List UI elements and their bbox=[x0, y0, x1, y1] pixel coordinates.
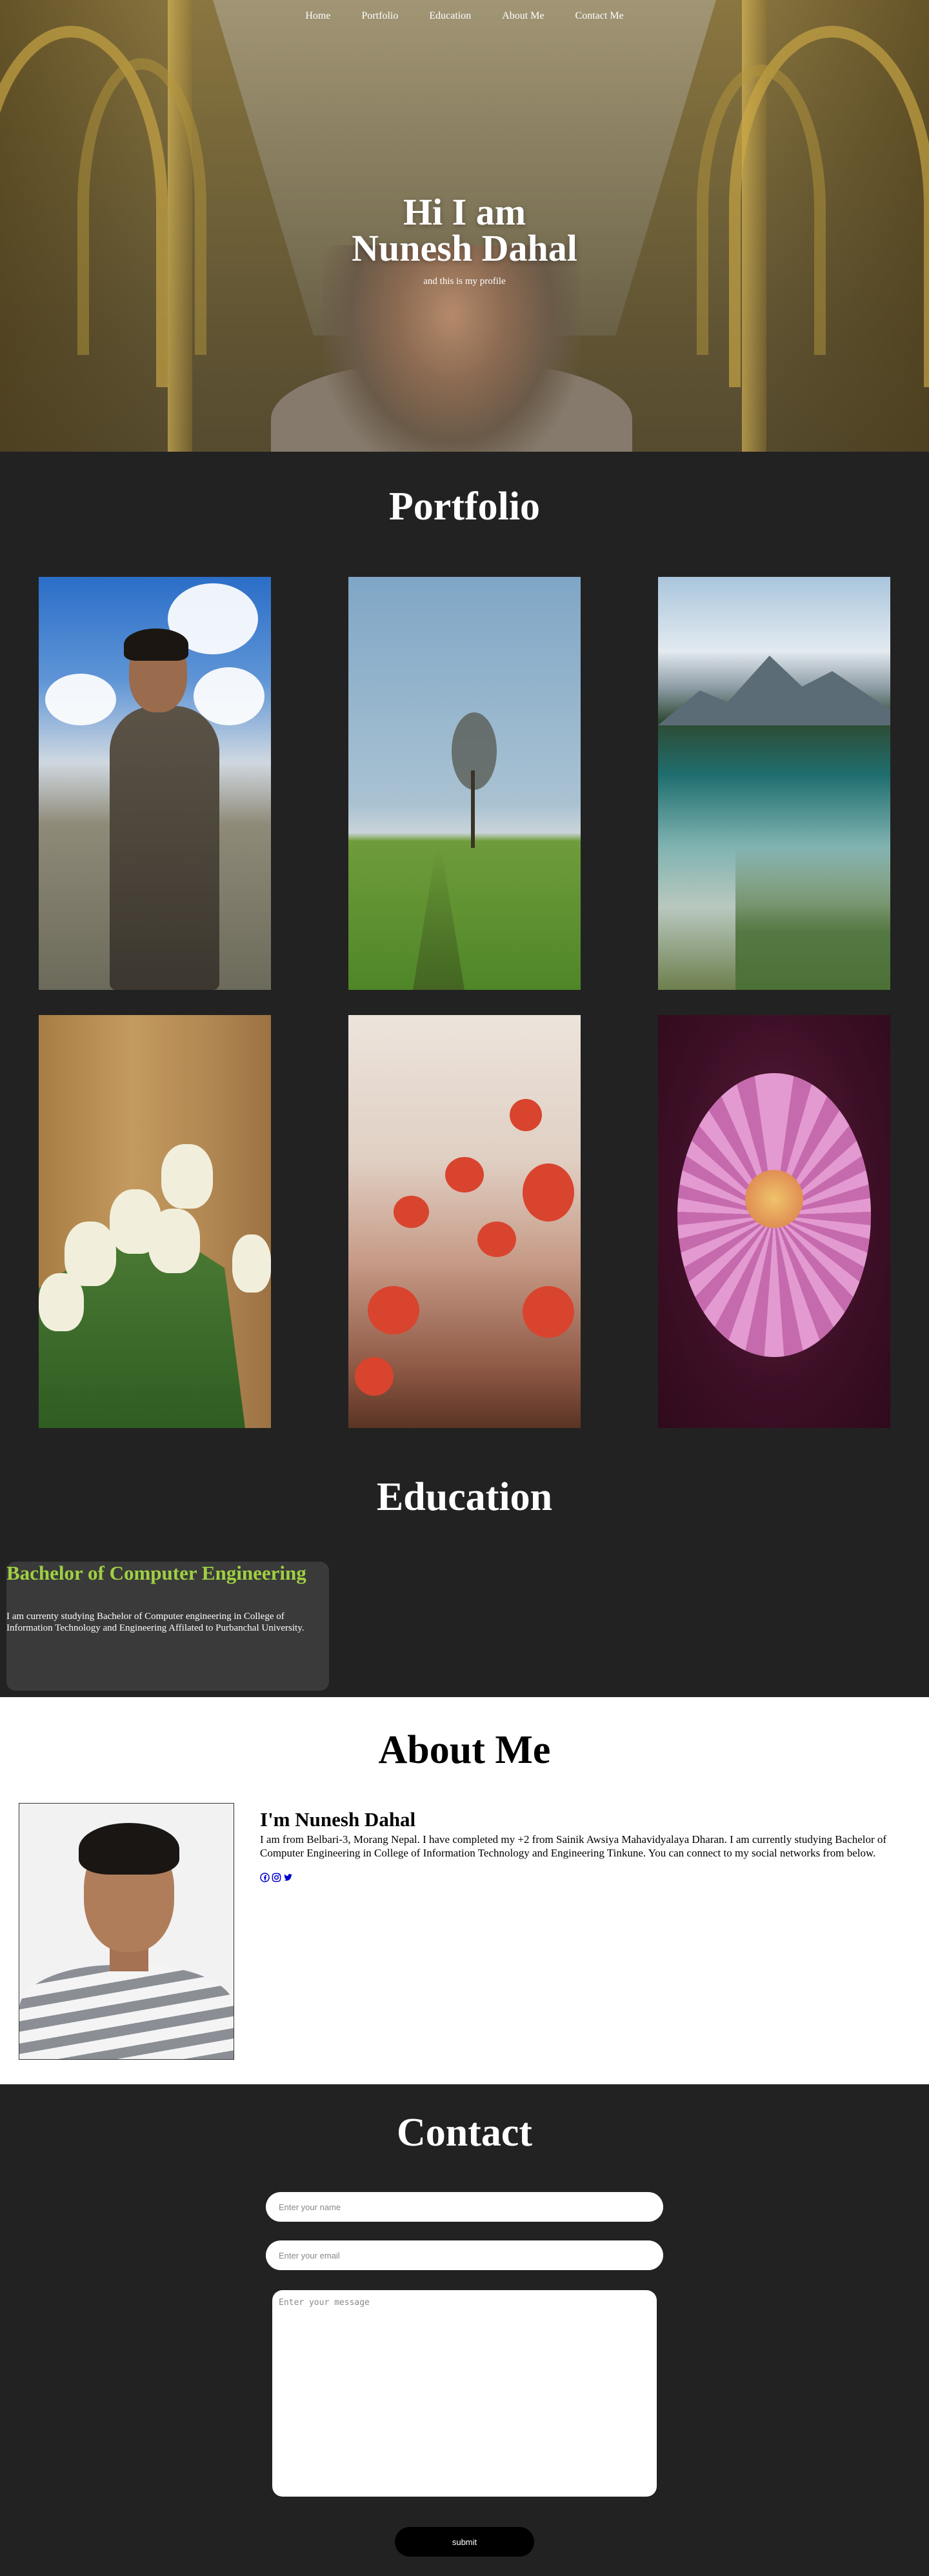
email-input[interactable] bbox=[266, 2240, 663, 2270]
nav-education-link[interactable]: Education bbox=[425, 8, 475, 25]
hero-title-line1: Hi I am bbox=[403, 191, 526, 233]
education-card-text: I am currenty studying Bachelor of Compu… bbox=[6, 1611, 305, 1633]
cloud-shape bbox=[194, 667, 265, 725]
about-name: I'm Nunesh Dahal bbox=[260, 1808, 416, 1831]
cloud-shape bbox=[45, 674, 116, 725]
portfolio-image-tulips[interactable] bbox=[39, 1015, 271, 1428]
top-navigation: Home Portfolio Education About Me Contac… bbox=[0, 0, 929, 32]
tulip-shape bbox=[161, 1144, 213, 1209]
poppy-shape bbox=[394, 1196, 429, 1228]
poppy-shape bbox=[445, 1157, 484, 1192]
social-links bbox=[260, 1873, 293, 1882]
portfolio-image-lake[interactable] bbox=[658, 577, 890, 990]
profile-photo bbox=[19, 1803, 234, 2060]
portfolio-image-poppies[interactable] bbox=[348, 1015, 581, 1428]
poppy-shape bbox=[523, 1163, 574, 1222]
nav-about-link[interactable]: About Me bbox=[498, 8, 548, 25]
poppy-shape bbox=[355, 1357, 394, 1396]
mountain-shape bbox=[658, 656, 890, 725]
about-description: I am from Belbari-3, Morang Nepal. I hav… bbox=[260, 1833, 887, 1859]
shirt-shape bbox=[19, 1965, 234, 2059]
grass-shape bbox=[735, 848, 890, 990]
facebook-icon[interactable] bbox=[260, 1873, 270, 1882]
education-card: Bachelor of Computer Engineering I am cu… bbox=[6, 1562, 329, 1691]
poppy-shape bbox=[368, 1286, 419, 1334]
about-heading: About Me bbox=[378, 1728, 551, 1772]
portfolio-image-dahlia[interactable] bbox=[658, 1015, 890, 1428]
education-heading: Education bbox=[376, 1475, 553, 1519]
nav-contact-link[interactable]: Contact Me bbox=[572, 8, 628, 25]
tulip-shape bbox=[148, 1209, 200, 1273]
jacket-shape bbox=[110, 706, 219, 990]
poppy-shape bbox=[477, 1222, 516, 1257]
contact-heading: Contact bbox=[396, 2111, 533, 2155]
education-card-heading: Bachelor of Computer Engineering bbox=[6, 1562, 306, 1584]
tulip-shape bbox=[232, 1234, 271, 1293]
poppy-shape bbox=[523, 1286, 574, 1338]
dahlia-center-shape bbox=[745, 1170, 803, 1228]
tree-trunk-shape bbox=[471, 770, 475, 848]
message-textarea[interactable] bbox=[272, 2290, 657, 2497]
portfolio-heading: Portfolio bbox=[388, 485, 541, 528]
hero-title-line2: Nunesh Dahal bbox=[352, 227, 577, 269]
twitter-icon[interactable] bbox=[283, 1873, 293, 1882]
name-input[interactable] bbox=[266, 2192, 663, 2222]
field-path-shape bbox=[413, 848, 464, 990]
portfolio-image-tree[interactable] bbox=[348, 577, 581, 990]
submit-button[interactable]: submit bbox=[395, 2527, 534, 2557]
poppy-shape bbox=[510, 1099, 542, 1131]
nav-home-link[interactable]: Home bbox=[301, 8, 334, 25]
nav-portfolio-link[interactable]: Portfolio bbox=[357, 8, 402, 25]
hair-shape bbox=[124, 629, 188, 661]
hero-subtitle: and this is my profile bbox=[423, 276, 506, 287]
hair-shape bbox=[79, 1823, 179, 1875]
tulip-shape bbox=[39, 1273, 84, 1331]
instagram-icon[interactable] bbox=[272, 1873, 281, 1882]
about-section: About Me I'm Nunesh Dahal I am from Belb… bbox=[0, 1697, 929, 2084]
hero-section: Home Portfolio Education About Me Contac… bbox=[0, 0, 929, 452]
portfolio-image-portrait[interactable] bbox=[39, 577, 271, 990]
